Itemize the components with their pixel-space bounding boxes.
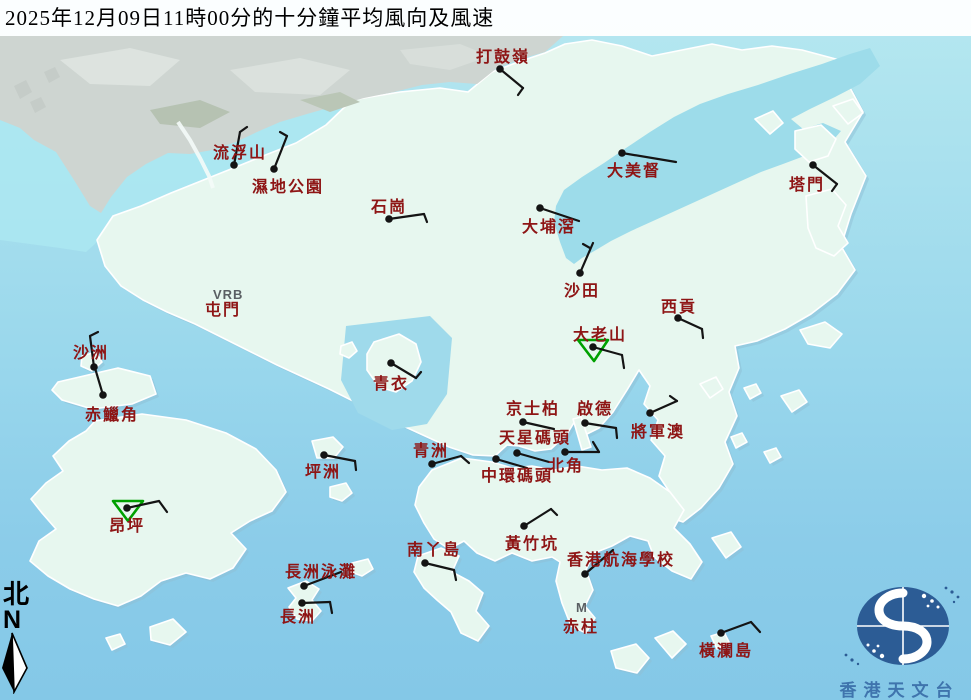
- station-dot: [589, 343, 597, 351]
- station-name-label: 西貢: [661, 298, 697, 316]
- wind-barb-line: [616, 428, 617, 438]
- station-name-label: 塔門: [789, 175, 825, 194]
- station-name-label: 沙田: [564, 282, 600, 300]
- station-dot: [320, 451, 328, 459]
- station-name-label: 北角: [548, 456, 584, 475]
- hko-wind-map-page: 打鼓嶺流浮山濕地公園石崗 大美督塔門大埔滘沙田屯門VRB 西貢沙洲赤鱲角 大老山青衣京…: [0, 0, 971, 700]
- station-dot: [496, 65, 504, 73]
- wind-barb-line: [517, 453, 549, 462]
- station-dot: [576, 269, 584, 277]
- hko-logo-icon: [828, 580, 971, 670]
- station-dot: [99, 391, 107, 399]
- hong-kong-map: 打鼓嶺流浮山濕地公園石崗 大美督塔門大埔滘沙田屯門VRB 西貢沙洲赤鱲角 大老山青衣京…: [0, 0, 971, 700]
- compass-needle-icon: [0, 632, 34, 694]
- station-name-label: 打鼓嶺: [476, 47, 530, 66]
- station-dot: [561, 448, 569, 456]
- station-name-label: 青衣: [373, 374, 409, 393]
- station-dot: [809, 161, 817, 169]
- station-dot: [428, 460, 436, 468]
- high-island: [800, 322, 842, 348]
- station-dot: [123, 504, 131, 512]
- station-name-label: 長洲泳灘: [285, 562, 357, 581]
- wind-barb-line: [330, 602, 332, 613]
- station-name-label: 長洲: [280, 608, 316, 626]
- station-cheung-chau: 長洲: [280, 599, 332, 626]
- wind-barb-line: [721, 622, 751, 633]
- compass-north-letter: N: [0, 608, 34, 632]
- station-dot: [646, 409, 654, 417]
- station-dot: [492, 455, 500, 463]
- station-dot: [520, 522, 528, 530]
- station-code-label: M: [576, 600, 588, 615]
- hko-logo: 香港天文台 HONG KONG OBSERVATORY: [828, 580, 971, 700]
- station-dot: [230, 161, 238, 169]
- station-dot: [90, 363, 98, 371]
- station-dot: [270, 165, 278, 173]
- station-name-label: 將軍澳: [631, 422, 685, 441]
- map-title: 2025年12月09日11時00分的十分鐘平均風向及風速: [0, 0, 971, 36]
- station-dot: [385, 215, 393, 223]
- station-dot: [300, 582, 308, 590]
- station-dot: [519, 418, 527, 426]
- station-name-label: 南丫島: [407, 540, 461, 559]
- station-name-label: 坪洲: [305, 463, 341, 481]
- station-dot: [421, 559, 429, 567]
- station-name-label: 沙洲: [73, 344, 109, 362]
- station-name-label: 石崗: [370, 197, 407, 216]
- station-dot: [618, 149, 626, 157]
- station-hk-sea-school: 香港航海學校: [566, 550, 675, 578]
- station-code-label: VRB: [213, 287, 243, 302]
- station-peng-chau: 坪洲: [305, 451, 356, 481]
- station-name-label: 青洲: [413, 441, 449, 460]
- wind-barb-line: [90, 332, 98, 336]
- station-dot: [536, 204, 544, 212]
- station-name-label: 流浮山: [213, 143, 267, 162]
- wind-barb-line: [751, 622, 760, 632]
- station-name-label: 大老山: [573, 325, 627, 344]
- hko-logo-chinese: 香港天文台: [828, 676, 971, 700]
- station-dot: [513, 449, 521, 457]
- station-dot: [387, 359, 395, 367]
- station-name-label: 中環碼頭: [481, 466, 553, 485]
- station-name-label: 啟德: [577, 399, 613, 418]
- station-name-label: 大美督: [607, 161, 661, 180]
- compass-north-hanzi: 北: [0, 582, 34, 608]
- wind-barb-line: [702, 329, 703, 338]
- north-compass: 北 N: [0, 582, 34, 700]
- station-dot: [581, 419, 589, 427]
- station-name-label: 橫瀾島: [699, 641, 753, 660]
- wind-barb-line: [302, 602, 330, 603]
- station-name-label: 屯門: [205, 300, 241, 319]
- wind-barb-line: [593, 442, 599, 452]
- station-name-label: 京士柏: [506, 399, 560, 418]
- lantau-island: [30, 414, 286, 606]
- station-dot: [717, 629, 725, 637]
- station-name-label: 赤柱: [563, 617, 599, 636]
- station-dot: [581, 570, 589, 578]
- station-name-label: 大埔滘: [522, 217, 576, 236]
- station-name-label: 香港航海學校: [566, 550, 675, 569]
- wind-barb-line: [355, 461, 356, 470]
- station-dot: [298, 599, 306, 607]
- station-name-label: 濕地公園: [252, 177, 324, 196]
- station-name-label: 天星碼頭: [499, 429, 571, 447]
- station-name-label: 黃竹坑: [504, 534, 559, 553]
- station-name-label: 昂坪: [109, 517, 145, 535]
- station-name-label: 赤鱲角: [85, 405, 139, 424]
